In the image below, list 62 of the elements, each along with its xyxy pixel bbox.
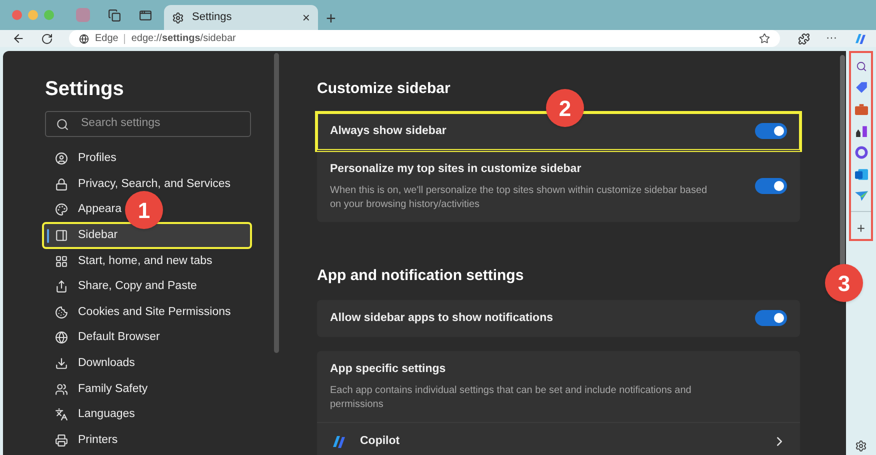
search-icon: [56, 118, 69, 130]
extensions-icon[interactable]: [798, 32, 810, 44]
setting-label: App specific settings: [330, 362, 446, 377]
tab-actions-icon[interactable]: [139, 8, 152, 22]
toggle-switch[interactable]: [755, 123, 787, 140]
nav-icon: [55, 408, 68, 422]
favorite-star-icon[interactable]: [759, 33, 770, 44]
nav-icon: [55, 254, 68, 268]
paper-plane-icon[interactable]: [854, 190, 868, 202]
nav-item[interactable]: Family Safety: [43, 376, 150, 402]
search-icon[interactable]: [856, 61, 866, 72]
section-heading: Customize sidebar: [317, 79, 452, 99]
workspaces-icon[interactable]: [108, 8, 121, 22]
tag-icon[interactable]: [854, 81, 868, 94]
nav-icon: [55, 203, 68, 216]
nav-item[interactable]: Printers: [43, 428, 120, 454]
address-bar[interactable]: Edge edge://settings/sidebar: [69, 30, 780, 47]
setting-label: Always show sidebar: [330, 124, 446, 138]
setting-label: Allow sidebar apps to show notifications: [330, 310, 553, 326]
setting-label: Personalize my top sites in customize sidebar: [330, 162, 582, 177]
settings-title: Settings: [45, 77, 125, 102]
search-field[interactable]: Search settings: [45, 111, 251, 137]
nav-icon: [55, 306, 68, 319]
tab-title: Settings: [192, 10, 233, 26]
new-tab-button[interactable]: +: [326, 10, 336, 27]
nav-item[interactable]: Downloads: [43, 350, 137, 376]
toggle-switch[interactable]: [755, 178, 787, 194]
settings-icon: [172, 12, 184, 24]
nav-icon: [55, 178, 68, 191]
add-app-button[interactable]: +: [856, 221, 866, 235]
nav-item[interactable]: Cookies and Site Permissions: [43, 300, 233, 326]
site-label: Edge: [95, 32, 118, 46]
nav-icon: [55, 434, 68, 447]
nav-item[interactable]: Share, Copy and Paste: [43, 274, 199, 300]
setting-description: When this is on, we'll personalize the top sites shown within customize sidebar based on your browsing history/activities: [330, 184, 708, 212]
refresh-icon[interactable]: [41, 32, 53, 44]
nav-icon: [55, 229, 68, 242]
search-placeholder: Search settings: [81, 116, 160, 132]
back-icon[interactable]: [12, 32, 25, 45]
nav-item[interactable]: Languages: [43, 402, 137, 428]
mail-icon[interactable]: [854, 168, 868, 181]
toggle-switch[interactable]: [755, 310, 787, 326]
nav-icon: [55, 382, 68, 396]
nav-icon: [55, 152, 68, 166]
nav-item[interactable]: Sidebar: [43, 222, 251, 248]
nav-item[interactable]: Appeara: [43, 197, 124, 223]
settings-icon[interactable]: [855, 440, 867, 452]
nav-item[interactable]: Start, home, and new tabs: [43, 248, 214, 274]
url-text: edge://settings/sidebar: [131, 32, 236, 46]
setting-label: Copilot: [360, 434, 400, 449]
close-tab-button[interactable]: ×: [302, 8, 310, 28]
more-button[interactable]: ···: [826, 30, 837, 47]
nav-icon: [55, 280, 68, 294]
section-heading: App and notification settings: [317, 266, 525, 286]
setting-description: Each app contains individual settings that can be set and include notifications and permissions: [330, 384, 692, 412]
briefcase-icon[interactable]: [854, 103, 868, 115]
nav-icon: [55, 357, 68, 370]
nav-item[interactable]: Profiles: [43, 146, 118, 172]
nav-icon: [55, 331, 68, 344]
ring-icon[interactable]: [854, 146, 868, 159]
browser-tab[interactable]: Settings ×: [164, 5, 318, 30]
nav-item[interactable]: Default Browser: [43, 325, 162, 351]
